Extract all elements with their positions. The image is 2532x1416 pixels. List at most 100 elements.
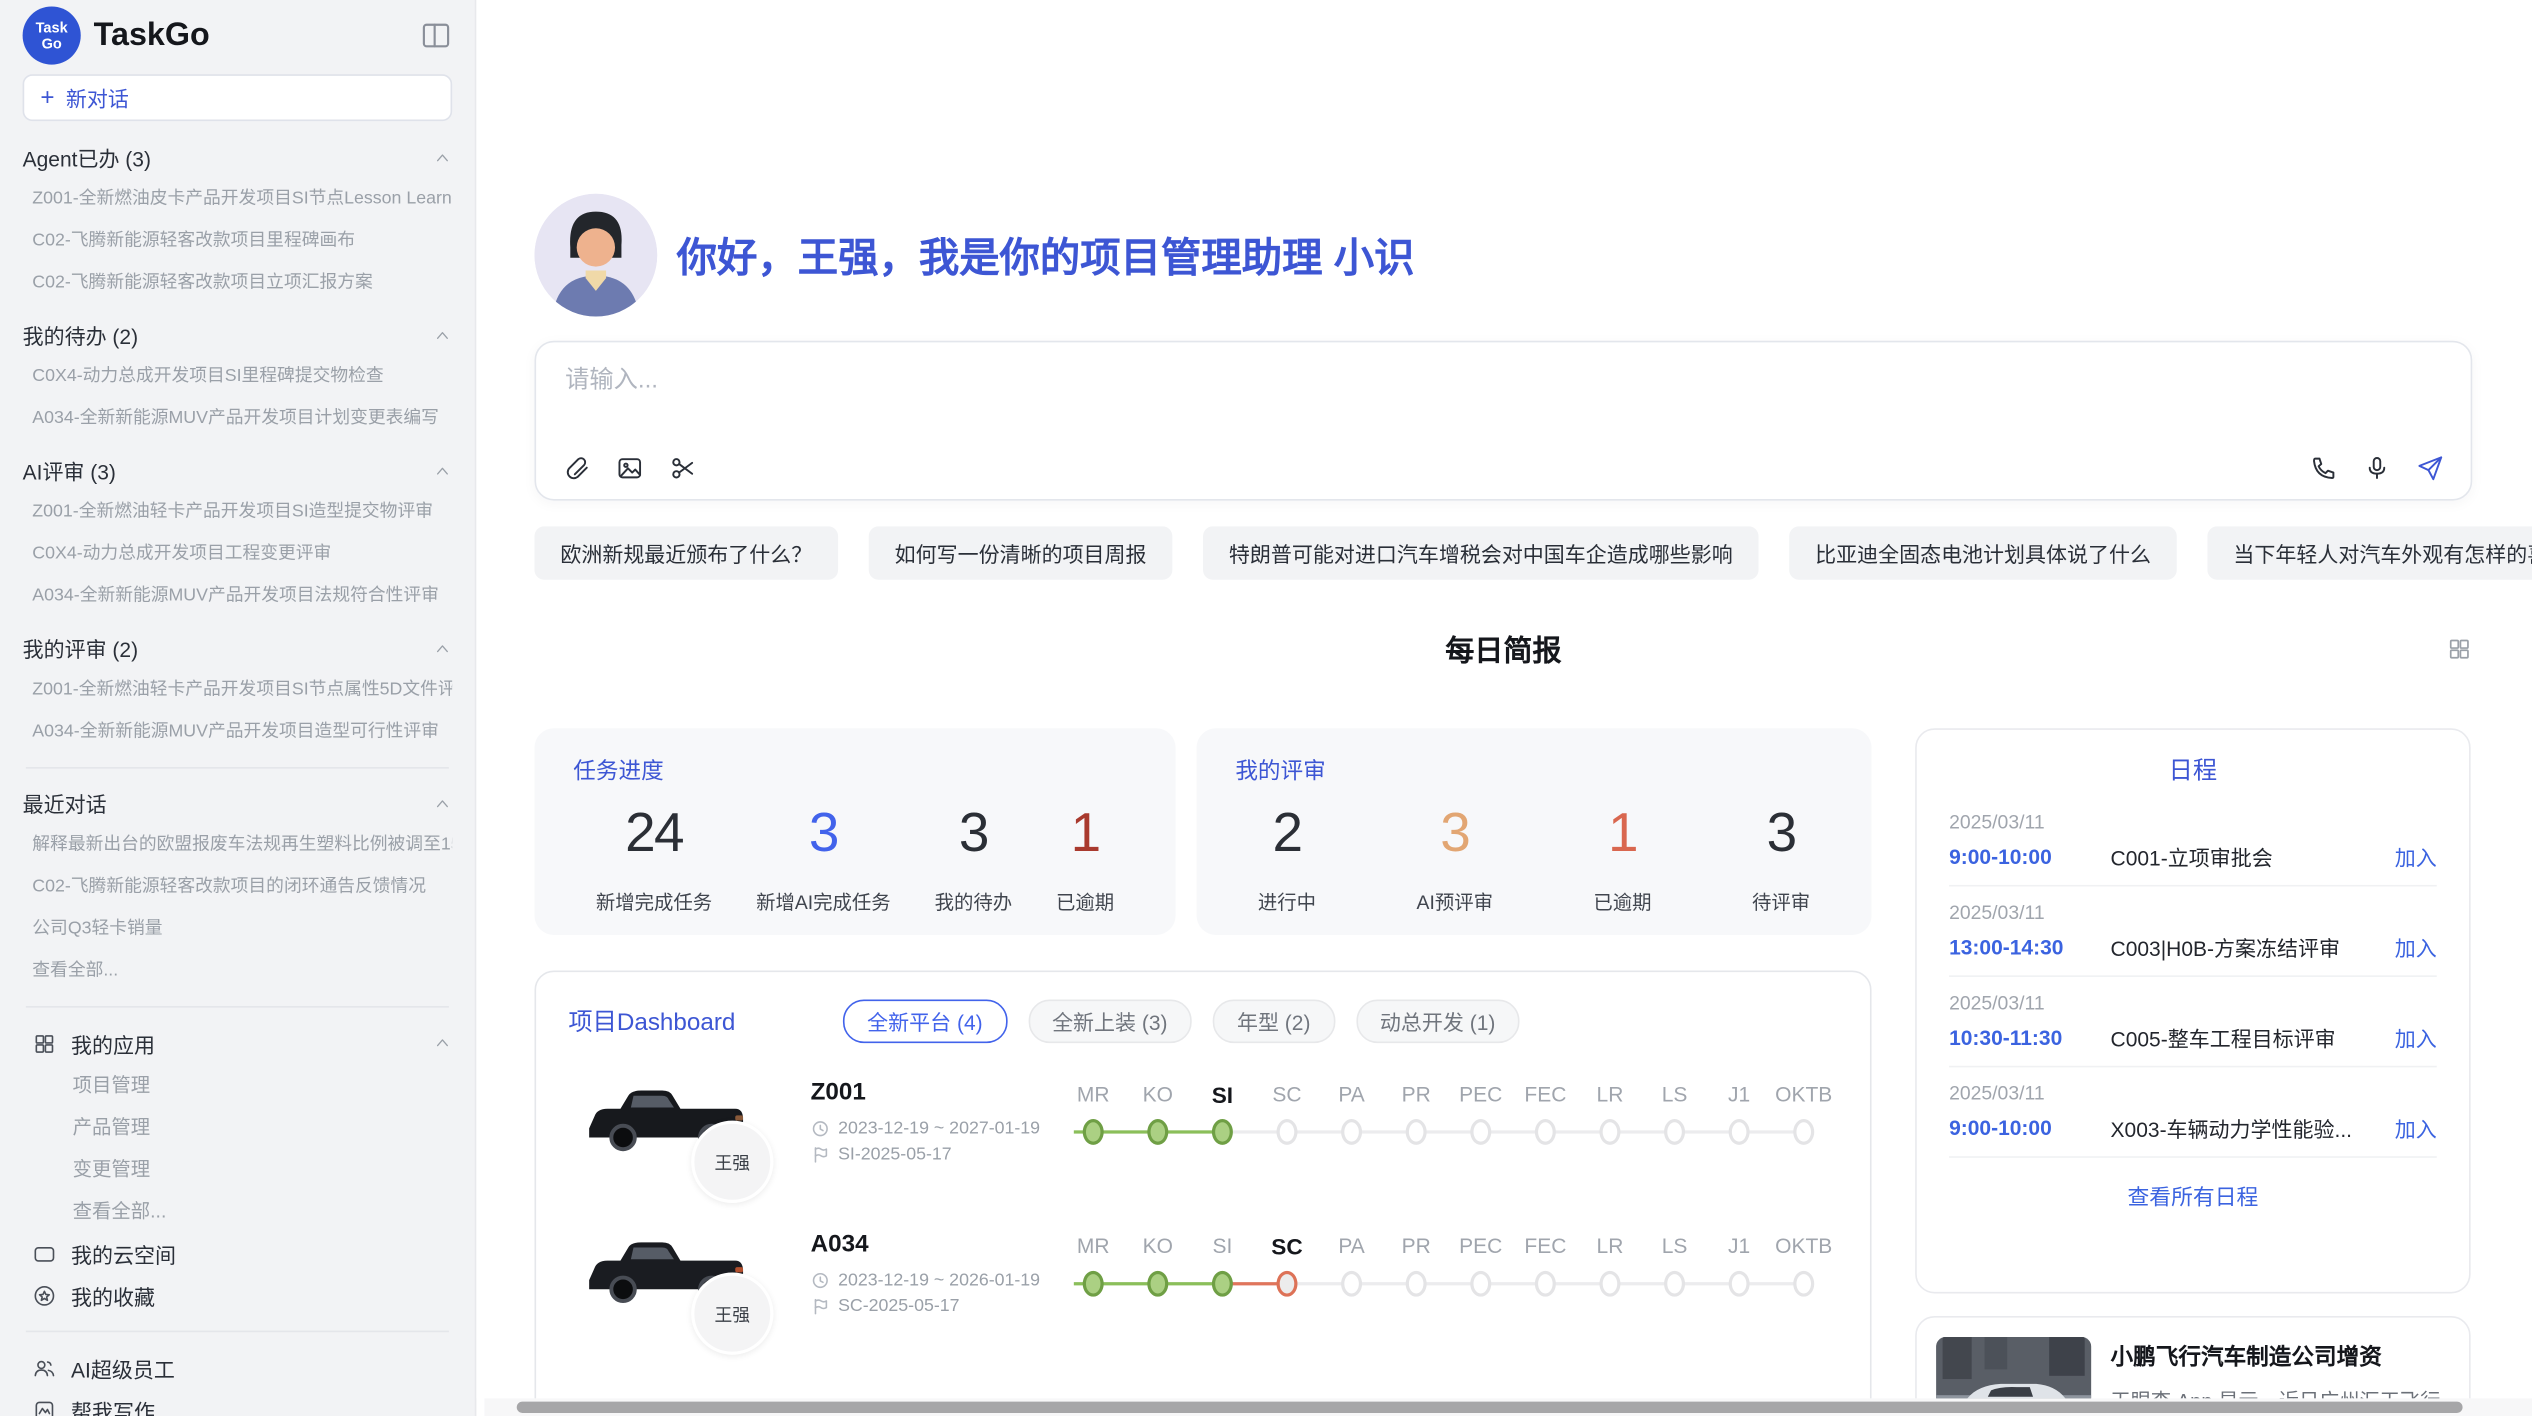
milestone-dot <box>1793 1119 1814 1145</box>
sidebar-item[interactable]: Z001-全新燃油皮卡产品开发项目SI节点Lesson Learn报告 <box>23 178 453 220</box>
join-link[interactable]: 加入 <box>2395 841 2437 872</box>
milestone-label: LR <box>1578 1230 1643 1262</box>
stat-label: 进行中 <box>1258 888 1316 915</box>
suggestion-chip[interactable]: 如何写一份清晰的项目周报 <box>869 526 1173 579</box>
stat: 1已逾期 <box>1056 803 1114 916</box>
sidebar-item[interactable]: 解释最新出台的欧盟报废车法规再生塑料比例被调至15%... <box>23 824 453 866</box>
send-icon[interactable] <box>2416 454 2445 483</box>
new-chat-button[interactable]: + 新对话 <box>23 74 453 121</box>
milestone-label: KO <box>1126 1230 1191 1262</box>
suggestion-chip[interactable]: 比亚迪全固态电池计划具体说了什么 <box>1789 526 2177 579</box>
microphone-icon[interactable] <box>2362 454 2391 483</box>
section-header-my-todo[interactable]: 我的待办 (2) <box>23 315 453 355</box>
sidebar-item[interactable]: C02-飞腾新能源轻客改款项目的闭环通告反馈情况 <box>23 866 453 908</box>
write-icon <box>32 1398 56 1416</box>
phone-icon[interactable] <box>2309 454 2338 483</box>
project-row-z001[interactable]: 王强 Z001 2023-12-19 ~ 2027-01-19 SI-2025-… <box>568 1072 1837 1214</box>
section-title: AI评审 (3) <box>23 455 116 486</box>
sidebar-item[interactable]: C0X4-动力总成开发项目SI里程碑提交物检查 <box>23 355 453 397</box>
chevron-up-icon <box>433 794 452 813</box>
suggestion-chip[interactable]: 当下年轻人对汽车外观有怎样的喜好趋势 <box>2208 526 2532 579</box>
plus-icon: + <box>40 86 54 110</box>
milestone-dot <box>1341 1119 1362 1145</box>
stat-value: 24 <box>625 803 683 866</box>
sidebar-item[interactable]: C0X4-动力总成开发项目工程变更评审 <box>23 533 453 575</box>
sidebar-item[interactable]: A034-全新新能源MUV产品开发项目造型可行性评审 <box>23 711 453 753</box>
section-header-recent-chats[interactable]: 最近对话 <box>23 783 453 823</box>
stat: 3AI预评审 <box>1417 803 1493 916</box>
tab-new-platform[interactable]: 全新平台 (4) <box>843 999 1007 1043</box>
stat: 2进行中 <box>1258 803 1316 916</box>
section-title: Agent已办 (3) <box>23 142 151 173</box>
join-link[interactable]: 加入 <box>2395 1113 2437 1144</box>
section-title: 最近对话 <box>23 788 107 819</box>
chat-input[interactable] <box>562 365 2445 396</box>
schedule-event-title: X003-车辆动力学性能验... <box>2111 1113 2395 1144</box>
project-owner-badge: 王强 <box>691 1121 773 1203</box>
sidebar-item-product-mgmt[interactable]: 产品管理 <box>23 1106 453 1148</box>
suggestion-chip[interactable]: 特朗普可能对进口汽车增税会对中国车企造成哪些影响 <box>1203 526 1759 579</box>
sidebar-item-view-all-apps[interactable]: 查看全部... <box>23 1190 453 1232</box>
sidebar-item-my-apps[interactable]: 我的应用 <box>23 1022 453 1064</box>
milestone-label: OKTB <box>1771 1230 1836 1262</box>
suggestion-chip[interactable]: 欧洲新规最近颁布了什么？ <box>534 526 838 579</box>
chevron-up-icon <box>433 148 452 167</box>
schedule-date: 2025/03/11 <box>1949 991 2437 1014</box>
image-icon[interactable] <box>615 454 644 483</box>
tab-new-body[interactable]: 全新上装 (3) <box>1028 999 1192 1043</box>
schedule-entry: 2025/03/11 9:00-10:00 C001-立项审批会 加入 <box>1949 796 2437 886</box>
daily-briefing-header: 每日简报 <box>534 631 2472 671</box>
project-row-a034[interactable]: 王强 A034 2023-12-19 ~ 2026-01-19 SC-2025-… <box>568 1224 1837 1366</box>
sidebar-item[interactable]: A034-全新新能源MUV产品开发项目法规符合性评审 <box>23 575 453 617</box>
sidebar-item-help-write[interactable]: 帮我写作 <box>23 1389 453 1416</box>
schedule-time: 13:00-14:30 <box>1949 935 2110 959</box>
news-card[interactable]: 小鹏飞行汽车制造公司增资 天眼查 App 显示，近日广州汇天飞行汽 <box>1915 1316 2470 1398</box>
view-all-schedule-link[interactable]: 查看所有日程 <box>1949 1158 2437 1232</box>
schedule-date: 2025/03/11 <box>1949 901 2437 924</box>
layout-options-icon[interactable] <box>2446 636 2472 662</box>
sidebar-item[interactable]: 公司Q3轻卡销量 <box>23 908 453 950</box>
stat-value: 3 <box>959 803 988 866</box>
tab-model-year[interactable]: 年型 (2) <box>1213 999 1335 1043</box>
milestone-dot <box>1406 1119 1427 1145</box>
scissors-icon[interactable] <box>669 454 698 483</box>
schedule-time: 9:00-10:00 <box>1949 845 2110 869</box>
milestone-dot-done <box>1083 1271 1104 1297</box>
app-title: TaskGo <box>94 17 407 54</box>
project-owner-badge: 王强 <box>691 1272 773 1354</box>
sidebar-item-project-mgmt[interactable]: 项目管理 <box>23 1064 453 1106</box>
sidebar-item-favorites[interactable]: 我的收藏 <box>23 1274 453 1316</box>
cloud-space-label: 我的云空间 <box>71 1238 176 1269</box>
milestone-dot <box>1470 1119 1491 1145</box>
my-apps-label: 我的应用 <box>71 1028 418 1059</box>
milestone-label: MR <box>1061 1230 1126 1262</box>
milestone-dot <box>1729 1119 1750 1145</box>
section-header-my-review[interactable]: 我的评审 (2) <box>23 628 453 668</box>
milestone-label: SI <box>1190 1230 1255 1262</box>
sidebar-item[interactable]: A034-全新新能源MUV产品开发项目计划变更表编写 <box>23 397 453 439</box>
sidebar-item-cloud-space[interactable]: 我的云空间 <box>23 1232 453 1274</box>
task-progress-card: 任务进度 24新增完成任务 3新增AI完成任务 3我的待办 1已逾期 <box>534 728 1175 935</box>
join-link[interactable]: 加入 <box>2395 932 2437 963</box>
tab-powertrain[interactable]: 动总开发 (1) <box>1356 999 1520 1043</box>
sidebar-collapse-icon[interactable] <box>420 19 452 51</box>
sidebar-item-ai-super-staff[interactable]: AI超级员工 <box>23 1347 453 1389</box>
stat-label: 待评审 <box>1752 888 1810 915</box>
sidebar-item[interactable]: C02-飞腾新能源轻客改款项目立项汇报方案 <box>23 262 453 304</box>
milestone-dot-done <box>1147 1271 1168 1297</box>
join-link[interactable]: 加入 <box>2395 1022 2437 1053</box>
milestone-dot-current <box>1212 1119 1233 1145</box>
sidebar-item[interactable]: C02-飞腾新能源轻客改款项目里程碑画布 <box>23 220 453 262</box>
news-text: 天眼查 App 显示，近日广州汇天飞行汽 <box>2111 1387 2450 1398</box>
sidebar-item[interactable]: Z001-全新燃油轻卡产品开发项目SI造型提交物评审 <box>23 491 453 533</box>
section-header-ai-review[interactable]: AI评审 (3) <box>23 451 453 491</box>
sidebar-item-view-all[interactable]: 查看全部... <box>23 950 453 992</box>
sidebar-item[interactable]: Z001-全新燃油轻卡产品开发项目SI节点属性5D文件评审 <box>23 669 453 711</box>
horizontal-scrollbar-thumb[interactable] <box>517 1402 2463 1413</box>
section-header-agent-done[interactable]: Agent已办 (3) <box>23 137 453 177</box>
news-title: 小鹏飞行汽车制造公司增资 <box>2111 1340 2450 1372</box>
sidebar-item-change-mgmt[interactable]: 变更管理 <box>23 1148 453 1190</box>
milestone-label-current: SC <box>1255 1230 1320 1262</box>
schedule-time: 10:30-11:30 <box>1949 1025 2110 1049</box>
attachment-icon[interactable] <box>562 454 591 483</box>
